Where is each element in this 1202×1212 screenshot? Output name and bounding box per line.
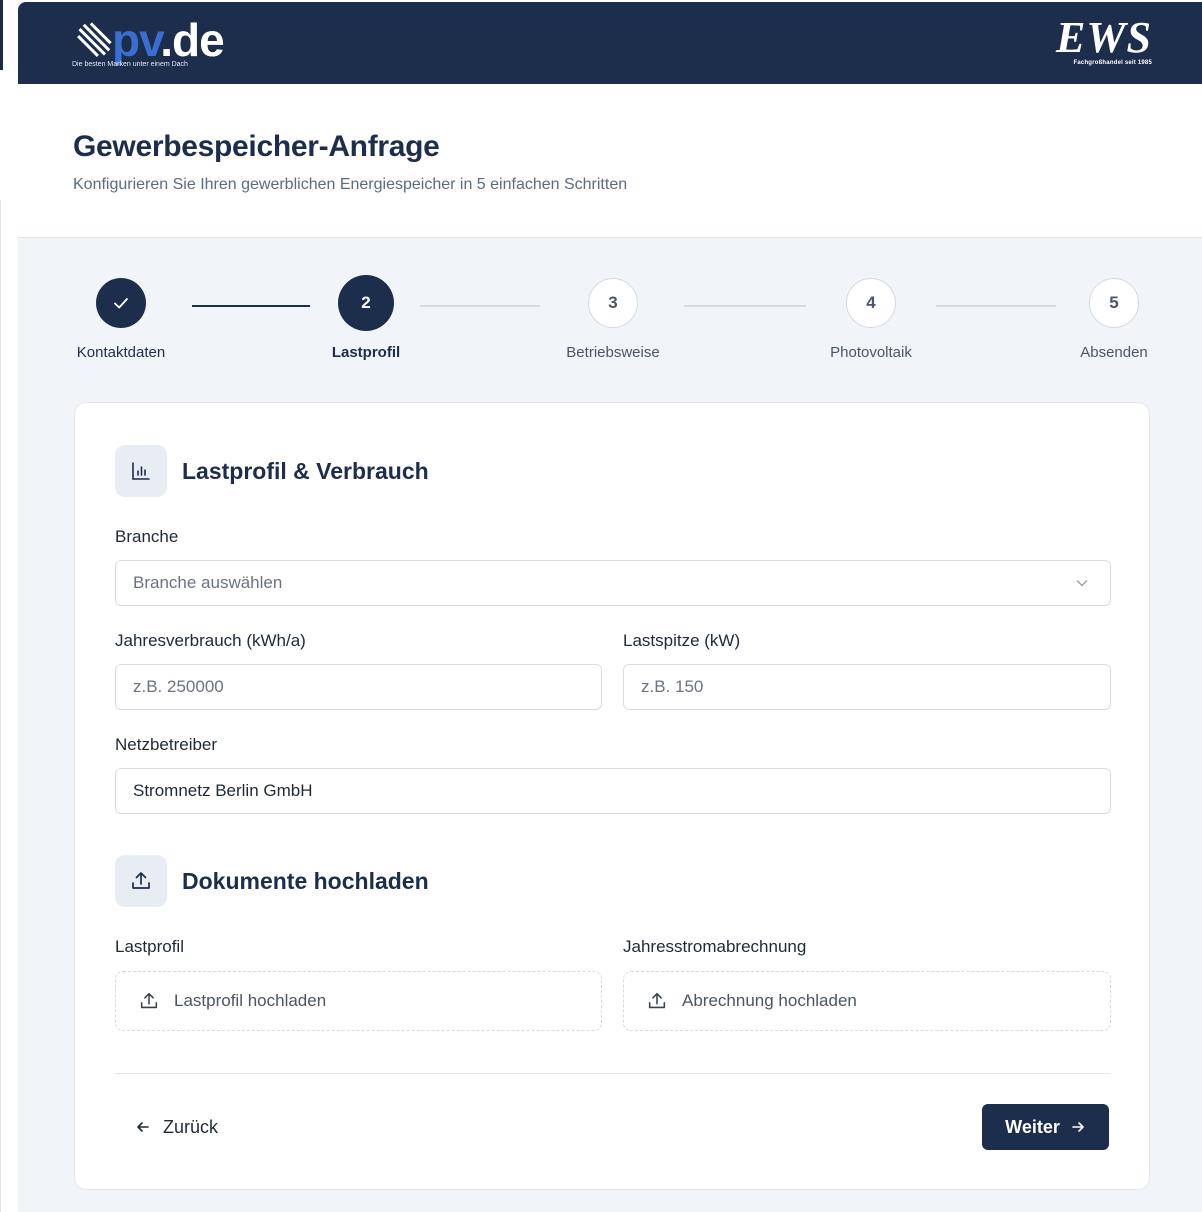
pv-logo-wordmark: pv.de	[112, 14, 225, 66]
pv-de-logo[interactable]: pv.de Die besten Marken unter einem Dach	[70, 14, 250, 74]
load-section-header: Lastprofil & Verbrauch	[115, 445, 429, 497]
jahresverbrauch-placeholder: z.B. 250000	[133, 677, 224, 696]
jahresverbrauch-input[interactable]: z.B. 250000	[115, 664, 602, 710]
step-connector-3	[684, 305, 806, 307]
step-absenden[interactable]: 5 Absenden	[1080, 278, 1148, 361]
bar-chart-icon	[132, 462, 150, 480]
ews-logo[interactable]: EWS Fachgroßhandel seit 1985	[1042, 16, 1152, 70]
abrechnung-upload-button[interactable]: Abrechnung hochladen	[623, 971, 1111, 1031]
step-3-circle: 3	[588, 278, 638, 328]
checkmark-icon	[114, 298, 128, 309]
app-window: pv.de Die besten Marken unter einem Dach…	[18, 2, 1202, 1212]
upload-section-header: Dokumente hochladen	[115, 855, 429, 907]
top-bar: pv.de Die besten Marken unter einem Dach…	[18, 2, 1202, 84]
branche-select[interactable]: Branche auswählen	[115, 560, 1111, 606]
branche-select-value: Branche auswählen	[133, 573, 283, 592]
form-card: Lastprofil & Verbrauch Branche Branche a…	[74, 402, 1150, 1190]
step-1-circle	[96, 278, 146, 328]
abrechnung-upload-label: Jahresstromabrechnung	[623, 937, 807, 956]
step-photovoltaik[interactable]: 4 Photovoltaik	[830, 278, 912, 361]
lastspitze-input[interactable]: z.B. 150	[623, 664, 1111, 710]
step-4-circle: 4	[846, 278, 896, 328]
lastspitze-label: Lastspitze (kW)	[623, 631, 741, 650]
lastprofil-upload-label: Lastprofil	[115, 937, 184, 956]
page-header: Gewerbespeicher-Anfrage Konfigurieren Si…	[18, 84, 1202, 238]
step-5-label: Absenden	[1080, 344, 1148, 361]
next-button[interactable]: Weiter	[982, 1104, 1109, 1150]
lastprofil-upload-button[interactable]: Lastprofil hochladen	[115, 971, 602, 1031]
step-connector-4	[936, 305, 1056, 307]
chevron-down-icon	[1076, 580, 1088, 587]
upload-icon	[648, 992, 666, 1009]
section-icon-box	[115, 445, 167, 497]
step-connector-1	[192, 305, 310, 307]
step-connector-2	[420, 305, 540, 307]
step-1-label: Kontaktdaten	[76, 344, 166, 361]
step-5-circle: 5	[1089, 278, 1139, 328]
step-2-circle: 2	[338, 275, 394, 331]
netzbetreiber-input[interactable]: Stromnetz Berlin GmbH	[115, 768, 1111, 814]
left-window-edge	[0, 0, 3, 70]
arrow-left-icon	[137, 1122, 149, 1132]
next-button-label: Weiter	[1005, 1116, 1060, 1137]
step-3-label: Betriebsweise	[566, 344, 660, 361]
ews-logo-wordmark: EWS	[1056, 13, 1152, 62]
jahresverbrauch-label: Jahresverbrauch (kWh/a)	[115, 631, 306, 650]
lastspitze-placeholder: z.B. 150	[641, 677, 704, 696]
pv-logo-stripes-icon	[77, 22, 112, 57]
form-footer-divider	[115, 1073, 1111, 1074]
load-section-title: Lastprofil & Verbrauch	[182, 457, 429, 484]
netzbetreiber-label: Netzbetreiber	[115, 735, 218, 754]
page-title: Gewerbespeicher-Anfrage	[73, 130, 440, 163]
lastprofil-upload-text: Lastprofil hochladen	[174, 991, 327, 1010]
page-subtitle: Konfigurieren Sie Ihren gewerblichen Ene…	[73, 176, 628, 193]
upload-icon	[132, 872, 150, 889]
step-lastprofil[interactable]: 2 Lastprofil	[332, 275, 400, 361]
step-kontaktdaten[interactable]: Kontaktdaten	[77, 278, 165, 361]
netzbetreiber-value: Stromnetz Berlin GmbH	[133, 781, 313, 800]
step-betriebsweise[interactable]: 3 Betriebsweise	[566, 278, 660, 361]
step-4-label: Photovoltaik	[830, 344, 912, 361]
back-button[interactable]: Zurück	[123, 1105, 230, 1149]
left-window-border	[0, 200, 1, 1212]
branche-label: Branche	[115, 527, 179, 546]
upload-section-title: Dokumente hochladen	[182, 867, 429, 894]
upload-icon	[140, 992, 158, 1009]
arrow-right-icon	[1072, 1122, 1084, 1132]
section-icon-box	[115, 855, 167, 907]
back-button-label: Zurück	[163, 1116, 219, 1137]
step-2-label: Lastprofil	[331, 344, 401, 361]
abrechnung-upload-text: Abrechnung hochladen	[682, 991, 857, 1010]
pv-logo-tagline: Die besten Marken unter einem Dach	[72, 61, 188, 68]
